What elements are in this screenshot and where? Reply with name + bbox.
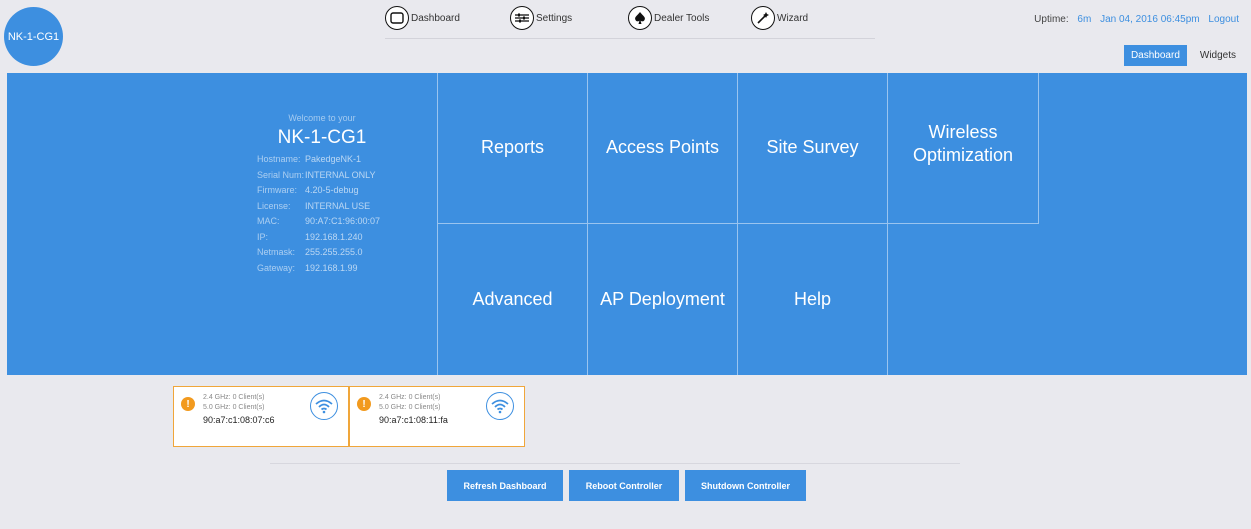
ap-mac: 90:a7:c1:08:11:fa — [379, 415, 448, 425]
info-row-hostname: Hostname: PakedgeNK-1 — [257, 152, 387, 168]
tile-reports[interactable]: Reports — [437, 73, 587, 224]
view-tabs: Dashboard Widgets — [1123, 45, 1243, 66]
spade-icon — [628, 6, 652, 30]
nav-dashboard-label: Dashboard — [411, 12, 460, 24]
info-value: 255.255.255.0 — [305, 247, 363, 257]
info-key: Gateway: — [257, 262, 296, 273]
info-value: 4.20-5-debug — [305, 185, 359, 195]
info-value: 192.168.1.99 — [305, 262, 358, 273]
info-key: Serial Num: — [257, 169, 305, 180]
device-name: NK-1-CG1 — [277, 127, 367, 148]
logout-link[interactable]: Logout — [1208, 14, 1239, 25]
info-key: License: — [257, 200, 291, 211]
dashboard-panel: Welcome to your NK-1-CG1 Hostname: Pakedg… — [7, 73, 1247, 375]
nav-dealer-tools-label: Dealer Tools — [654, 12, 710, 24]
dashboard-icon — [385, 6, 409, 30]
reboot-controller-button[interactable]: Reboot Controller — [569, 470, 679, 501]
info-value: 90:A7:C1:96:00:07 — [305, 216, 381, 226]
tab-widgets[interactable]: Widgets — [1193, 45, 1243, 66]
warning-icon: ! — [181, 397, 195, 411]
ap-card[interactable]: ! 2.4 GHz: 0 Client(s) 5.0 GHz: 0 Client… — [349, 386, 525, 447]
ap-band-24: 2.4 GHz: 0 Client(s) — [203, 394, 265, 401]
nav-settings[interactable]: Settings — [510, 6, 572, 30]
bottom-divider — [270, 463, 960, 464]
info-value: PakedgeNK-1 — [305, 154, 362, 164]
wifi-icon — [310, 392, 338, 420]
info-row-firmware: Firmware: 4.20-5-debug — [257, 183, 387, 199]
nav-divider — [385, 38, 875, 39]
ap-band-5: 5.0 GHz: 0 Client(s) — [379, 404, 441, 411]
wifi-icon — [486, 392, 514, 420]
tile-ap-deployment[interactable]: AP Deployment — [587, 224, 737, 375]
ap-card[interactable]: ! 2.4 GHz: 0 Client(s) 5.0 GHz: 0 Client… — [173, 386, 349, 447]
tile-advanced[interactable]: Advanced — [437, 224, 587, 375]
datetime: Jan 04, 2016 06:45pm — [1100, 14, 1200, 25]
nav-settings-label: Settings — [536, 12, 573, 24]
nav-wizard[interactable]: Wizard — [751, 6, 808, 30]
info-row-netmask: Netmask: 255.255.255.0 — [257, 245, 387, 261]
tab-dashboard[interactable]: Dashboard — [1123, 45, 1187, 66]
info-row-serial: Serial Num: INTERNAL ONLY — [257, 168, 387, 184]
sliders-icon — [510, 6, 534, 30]
info-key: Netmask: — [257, 247, 296, 257]
info-row-mac: MAC: 90:A7:C1:96:00:07 — [257, 214, 387, 230]
ap-mac: 90:a7:c1:08:07:c6 — [203, 415, 275, 425]
logo-badge[interactable]: NK-1-CG1 — [4, 7, 63, 66]
tile-empty — [887, 224, 1037, 375]
shutdown-controller-button[interactable]: Shutdown Controller — [685, 470, 806, 501]
nav-dealer-tools[interactable]: Dealer Tools — [628, 6, 709, 30]
refresh-dashboard-button[interactable]: Refresh Dashboard — [447, 470, 563, 501]
tile-wireless-optimization[interactable]: Wireless Optimization — [887, 73, 1039, 224]
info-value: 192.168.1.240 — [305, 231, 363, 242]
tile-help[interactable]: Help — [737, 224, 887, 375]
info-row-ip: IP: 192.168.1.240 — [257, 230, 387, 246]
info-value: INTERNAL USE — [305, 200, 371, 211]
info-key: Hostname: — [257, 154, 301, 164]
tile-access-points[interactable]: Access Points — [587, 73, 737, 224]
nav-wizard-label: Wizard — [777, 12, 809, 24]
ap-band-24: 2.4 GHz: 0 Client(s) — [379, 394, 441, 401]
info-row-license: License: INTERNAL USE — [257, 199, 387, 215]
info-key: Firmware: — [257, 185, 297, 195]
tile-site-survey[interactable]: Site Survey — [737, 73, 887, 224]
welcome-text: Welcome to your — [288, 113, 356, 123]
info-value: INTERNAL ONLY — [305, 169, 376, 180]
info-key: MAC: — [257, 216, 280, 226]
uptime-label: Uptime: — [1034, 14, 1069, 25]
ap-band-5: 5.0 GHz: 0 Client(s) — [203, 404, 265, 411]
status-bar: Uptime: 6m Jan 04, 2016 06:45pm Logout — [1028, 14, 1239, 25]
info-row-gateway: Gateway: 192.168.1.99 — [257, 261, 387, 277]
info-key: IP: — [257, 231, 269, 242]
uptime-value: 6m — [1077, 14, 1092, 25]
warning-icon: ! — [357, 397, 371, 411]
device-info: Welcome to your NK-1-CG1 Hostname: Pakedg… — [257, 113, 387, 276]
nav-dashboard[interactable]: Dashboard — [385, 6, 460, 30]
wand-icon — [751, 6, 775, 30]
